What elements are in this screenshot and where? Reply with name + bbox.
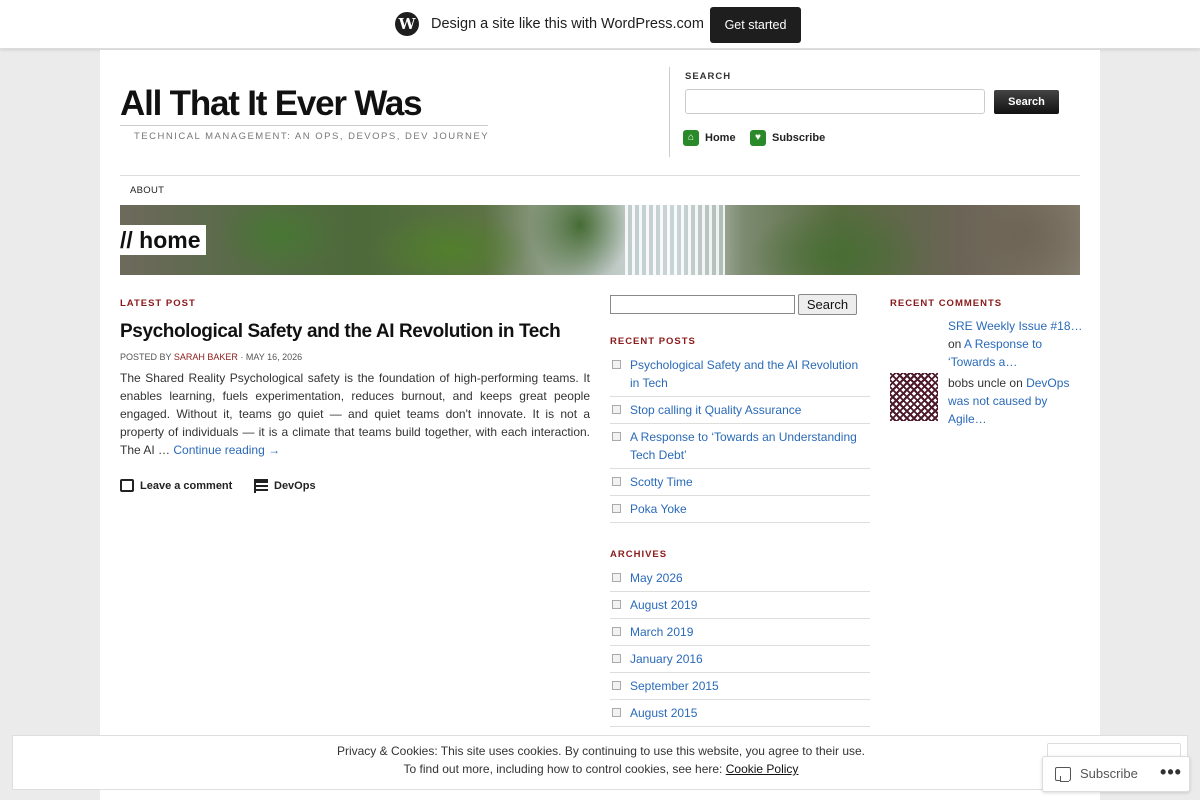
bullet-icon bbox=[612, 573, 621, 582]
promo-text: Design a site like this with WordPress.c… bbox=[431, 16, 704, 32]
archive-item[interactable]: September 2015 bbox=[610, 673, 870, 700]
nav-divider bbox=[120, 175, 1080, 176]
archive-link[interactable]: May 2026 bbox=[630, 571, 683, 585]
recent-post-link[interactable]: Scotty Time bbox=[630, 475, 693, 489]
recent-post-item[interactable]: Scotty Time bbox=[610, 469, 870, 496]
comment-on-label: on bbox=[1009, 376, 1023, 390]
recent-post-item[interactable]: A Response to ‘Towards an Understanding … bbox=[610, 424, 870, 469]
posted-by-label: POSTED BY bbox=[120, 352, 172, 362]
category-label: DevOps bbox=[274, 480, 316, 492]
bullet-icon bbox=[612, 432, 621, 441]
latest-post-heading: LATEST POST bbox=[120, 298, 196, 309]
recent-comments-heading: RECENT COMMENTS bbox=[890, 298, 1003, 309]
sidebar-search-input[interactable] bbox=[610, 295, 795, 314]
commenter-avatar[interactable] bbox=[890, 373, 938, 421]
search-heading: SEARCH bbox=[685, 71, 732, 82]
nav-item-about[interactable]: ABOUT bbox=[130, 185, 164, 196]
cookie-more-text: To find out more, including how to contr… bbox=[403, 762, 723, 776]
site-title[interactable]: All That It Ever Was bbox=[120, 84, 423, 124]
more-options-icon[interactable]: ••• bbox=[1157, 763, 1185, 785]
archive-item[interactable]: March 2019 bbox=[610, 619, 870, 646]
floating-action-bar: Subscribe ••• bbox=[1042, 756, 1190, 792]
bullet-icon bbox=[612, 600, 621, 609]
bullet-icon bbox=[612, 627, 621, 636]
cookie-notice-more: To find out more, including how to contr… bbox=[13, 762, 1189, 776]
subscribe-button-label: Subscribe bbox=[1080, 766, 1138, 781]
archive-link[interactable]: March 2019 bbox=[630, 625, 693, 639]
post-byline: POSTED BY SARAH BAKER · MAY 16, 2026 bbox=[120, 352, 302, 362]
recent-post-link[interactable]: Psychological Safety and the AI Revoluti… bbox=[630, 358, 858, 390]
bullet-icon bbox=[612, 681, 621, 690]
reader-icon bbox=[1055, 767, 1071, 782]
heart-icon: ♥ bbox=[750, 130, 766, 146]
category-icon bbox=[254, 479, 268, 493]
recent-post-link[interactable]: Stop calling it Quality Assurance bbox=[630, 403, 801, 417]
recent-posts-heading: RECENT POSTS bbox=[610, 336, 696, 347]
post-author-link[interactable]: SARAH BAKER bbox=[174, 352, 238, 362]
archive-item[interactable]: August 2019 bbox=[610, 592, 870, 619]
bullet-icon bbox=[612, 477, 621, 486]
recent-post-item[interactable]: Psychological Safety and the AI Revoluti… bbox=[610, 352, 870, 397]
continue-reading-link[interactable]: Continue reading → bbox=[173, 443, 280, 457]
archives-list: May 2026 August 2019 March 2019 January … bbox=[610, 565, 870, 727]
comment-on-label: on bbox=[948, 337, 962, 351]
recent-post-link[interactable]: Poka Yoke bbox=[630, 502, 687, 516]
site-tagline: Technical Management: An Ops, DevOps, De… bbox=[134, 131, 490, 142]
comment-author-link[interactable]: SRE Weekly Issue #18… bbox=[948, 319, 1083, 333]
post-date: · MAY 16, 2026 bbox=[240, 352, 303, 362]
header-divider bbox=[669, 67, 670, 157]
get-started-button[interactable]: Get started bbox=[710, 7, 801, 43]
cookie-notice-text: Privacy & Cookies: This site uses cookie… bbox=[336, 744, 866, 758]
recent-comment-item: bobs uncle on DevOps was not caused by A… bbox=[948, 374, 1083, 428]
recent-post-item[interactable]: Stop calling it Quality Assurance bbox=[610, 397, 870, 424]
home-icon: ⌂ bbox=[683, 130, 699, 146]
post-title[interactable]: Psychological Safety and the AI Revoluti… bbox=[120, 321, 561, 343]
bullet-icon bbox=[612, 405, 621, 414]
waterfall-image bbox=[625, 205, 725, 275]
comment-author: bobs uncle bbox=[948, 376, 1007, 390]
recent-post-item[interactable]: Poka Yoke bbox=[610, 496, 870, 523]
recent-posts-list: Psychological Safety and the AI Revoluti… bbox=[610, 352, 870, 523]
home-link-label: Home bbox=[705, 132, 736, 144]
sidebar-search-button[interactable]: Search bbox=[798, 294, 857, 315]
cookie-banner: Privacy & Cookies: This site uses cookie… bbox=[12, 735, 1188, 790]
archive-link[interactable]: September 2015 bbox=[630, 679, 719, 693]
archive-item[interactable]: May 2026 bbox=[610, 565, 870, 592]
cookie-policy-link[interactable]: Cookie Policy bbox=[726, 762, 799, 776]
recent-post-link[interactable]: A Response to ‘Towards an Understanding … bbox=[630, 430, 857, 462]
bullet-icon bbox=[612, 654, 621, 663]
bullet-icon bbox=[612, 360, 621, 369]
header-search-button[interactable]: Search bbox=[994, 90, 1059, 114]
post-excerpt: The Shared Reality Psychological safety … bbox=[120, 369, 590, 459]
page-title: // home bbox=[120, 225, 206, 255]
wordpress-promo-bar: W Design a site like this with WordPress… bbox=[0, 0, 1200, 49]
header-banner-image bbox=[120, 205, 1080, 275]
bullet-icon bbox=[612, 708, 621, 717]
subscribe-link-label: Subscribe bbox=[772, 132, 826, 144]
comment-icon bbox=[120, 479, 134, 492]
header-search-input[interactable] bbox=[685, 89, 985, 114]
wordpress-logo-icon: W bbox=[395, 12, 419, 36]
archive-link[interactable]: August 2019 bbox=[630, 598, 697, 612]
recent-comment-item: SRE Weekly Issue #18… on A Response to ‘… bbox=[948, 317, 1083, 371]
bullet-icon bbox=[612, 504, 621, 513]
archive-link[interactable]: January 2016 bbox=[630, 652, 703, 666]
tagline-divider bbox=[120, 125, 488, 126]
archive-link[interactable]: August 2015 bbox=[630, 706, 697, 720]
comment-post-link[interactable]: A Response to ‘Towards a… bbox=[948, 337, 1042, 369]
archive-item[interactable]: January 2016 bbox=[610, 646, 870, 673]
archive-item[interactable]: August 2015 bbox=[610, 700, 870, 727]
archives-heading: ARCHIVES bbox=[610, 549, 668, 560]
leave-comment-label: Leave a comment bbox=[140, 480, 233, 492]
